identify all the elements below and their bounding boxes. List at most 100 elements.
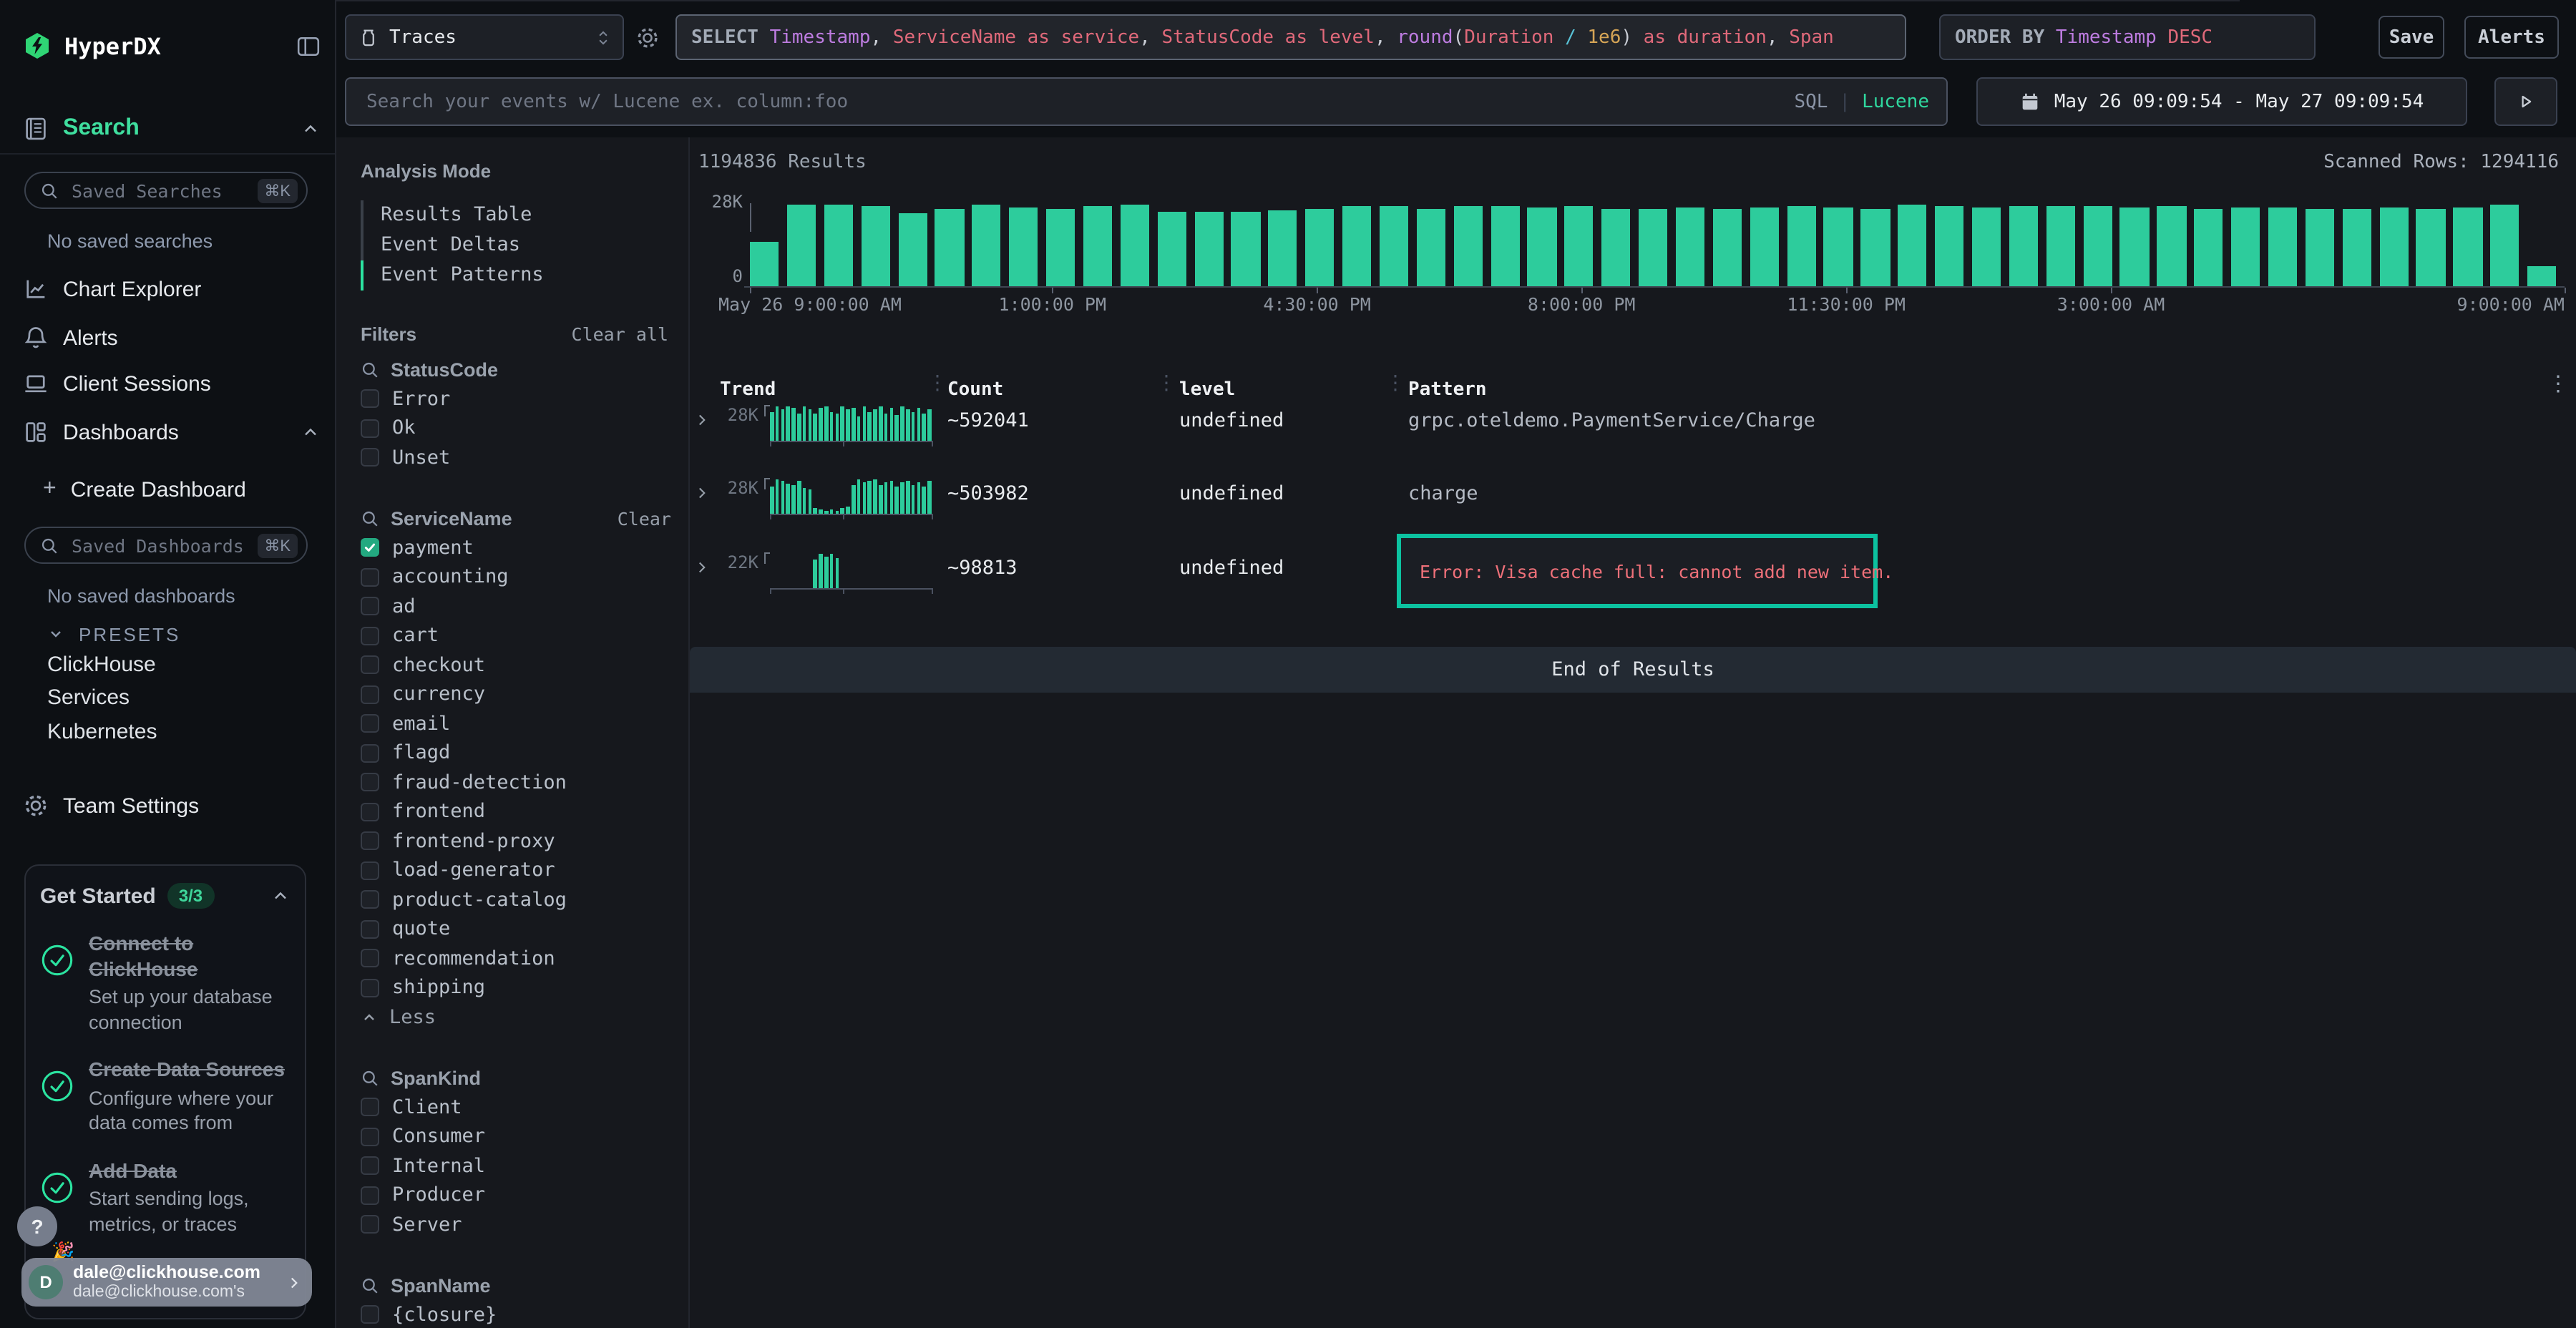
checkbox[interactable] [361,449,379,467]
live-tail-play-button[interactable] [2494,77,2557,126]
checkbox[interactable] [361,803,379,821]
preset-item-services[interactable]: Services [47,685,130,710]
column-resize-handle[interactable]: ⋮ [1156,374,1176,394]
checkbox[interactable] [361,891,379,909]
presets-toggle[interactable]: PRESETS [47,618,321,650]
filter-option[interactable]: accounting [361,562,677,592]
filter-option[interactable]: email [361,709,677,738]
help-button[interactable]: ? [17,1206,57,1246]
source-settings-gear-icon[interactable] [635,26,660,50]
column-header-trend[interactable]: Trend [720,379,776,401]
filter-option[interactable]: Client [361,1093,677,1122]
checkbox[interactable] [361,1186,379,1205]
sidebar-item-team-settings[interactable]: Team Settings [23,790,321,821]
analysis-mode-event-deltas[interactable]: Event Deltas [361,230,544,260]
filter-option[interactable]: payment [361,533,677,562]
get-started-header[interactable]: Get Started 3/3 [40,883,291,909]
filter-option[interactable]: Consumer [361,1122,677,1151]
chevron-up-icon[interactable] [270,886,291,906]
checkbox[interactable] [361,1157,379,1176]
filter-option[interactable]: flagd [361,738,677,768]
saved-dashboards-field[interactable] [69,533,247,557]
sql-mode-toggle[interactable]: SQL [1794,91,1828,112]
checkbox[interactable] [361,1216,379,1234]
lucene-mode-toggle[interactable]: Lucene [1862,91,1929,112]
search-icon[interactable] [361,1276,379,1295]
checkbox[interactable] [361,1306,379,1324]
sidebar-item-search[interactable]: Search [23,113,321,145]
checkbox[interactable] [361,627,379,645]
checkbox[interactable] [361,832,379,851]
column-resize-handle[interactable]: ⋮ [927,374,947,394]
column-resize-handle[interactable]: ⋮ [1385,374,1405,394]
filter-option[interactable]: Ok [361,414,677,443]
filter-option[interactable]: product-catalog [361,885,677,914]
filter-option[interactable]: frontend [361,797,677,826]
date-range-picker[interactable]: May 26 09:09:54 - May 27 09:09:54 [1976,77,2467,126]
column-header-pattern[interactable]: Pattern [1408,379,1487,401]
logo[interactable]: HyperDX [23,31,321,60]
table-options-kebab-icon[interactable]: ⋮ [2547,374,2569,395]
checkbox[interactable] [361,920,379,939]
pattern-cell[interactable]: charge [1408,482,1478,505]
chevron-up-icon[interactable] [301,422,321,442]
checkbox[interactable] [361,568,379,587]
checkbox[interactable] [361,685,379,704]
preset-item-clickhouse[interactable]: ClickHouse [47,653,156,677]
search-icon[interactable] [361,1069,379,1088]
sidebar-item-chart-explorer[interactable]: Chart Explorer [23,273,321,305]
column-header-level[interactable]: level [1179,379,1235,401]
get-started-item[interactable]: Create Data SourcesConfigure where your … [40,1058,291,1136]
source-select[interactable]: Traces [345,14,624,60]
filter-option[interactable]: Error [361,384,677,414]
get-started-item[interactable]: Add DataStart sending logs, metrics, or … [40,1158,291,1236]
create-dashboard-button[interactable]: + Create Dashboard [43,474,321,505]
filter-option[interactable]: currency [361,680,677,709]
checkbox[interactable] [361,656,379,675]
filter-option[interactable]: load-generator [361,856,677,885]
save-button[interactable]: Save [2379,16,2444,59]
filter-option[interactable]: recommendation [361,944,677,973]
filter-option[interactable]: fraud-detection [361,768,677,797]
filter-option[interactable]: cart [361,621,677,650]
filter-option[interactable]: Producer [361,1181,677,1210]
get-started-item[interactable]: Connect to ClickHouseSet up your databas… [40,932,291,1035]
analysis-mode-results-table[interactable]: Results Table [361,200,544,230]
search-icon[interactable] [361,361,379,379]
checkbox[interactable] [361,597,379,616]
filter-option[interactable]: shipping [361,973,677,1002]
order-by-editor[interactable]: ORDER BY Timestamp DESC [1939,14,2316,60]
show-less-toggle[interactable]: Less [361,1002,677,1032]
saved-dashboards-input[interactable]: ⌘K [24,527,308,564]
saved-searches-field[interactable] [69,178,247,202]
clear-filter-link[interactable]: Clear [618,508,677,529]
sql-select-editor[interactable]: SELECT Timestamp, ServiceName as service… [675,14,1906,60]
preset-item-kubernetes[interactable]: Kubernetes [47,720,157,744]
alerts-button[interactable]: Alerts [2464,16,2559,59]
search-icon[interactable] [361,509,379,528]
filter-option[interactable]: Internal [361,1151,677,1181]
clear-all-filters-link[interactable]: Clear all [572,323,668,345]
filter-option[interactable]: frontend-proxy [361,826,677,856]
filter-option[interactable]: Unset [361,443,677,472]
checkbox[interactable] [361,1128,379,1146]
chevron-up-icon[interactable] [301,119,321,139]
checkbox[interactable] [361,744,379,763]
search-input[interactable] [364,89,1794,114]
sidebar-item-client-sessions[interactable]: Client Sessions [23,368,321,399]
saved-searches-input[interactable]: ⌘K [24,172,308,209]
search-bar[interactable]: SQL | Lucene [345,77,1948,126]
checkbox[interactable] [361,773,379,792]
analysis-mode-event-patterns[interactable]: Event Patterns [361,260,544,290]
checkbox[interactable] [361,1098,379,1117]
highlighted-pattern-box[interactable]: Error: Visa cache full: cannot add new i… [1397,534,1878,608]
checkbox[interactable] [361,949,379,968]
column-header-count[interactable]: Count [947,379,1003,401]
checkbox[interactable] [361,715,379,733]
checkbox[interactable] [361,979,379,997]
checkbox[interactable] [361,539,379,557]
user-menu[interactable]: D dale@clickhouse.com dale@clickhouse.co… [21,1258,312,1307]
sidebar-item-alerts[interactable]: Alerts [23,322,321,353]
filter-option[interactable]: Server [361,1210,677,1239]
checkbox[interactable] [361,419,379,438]
